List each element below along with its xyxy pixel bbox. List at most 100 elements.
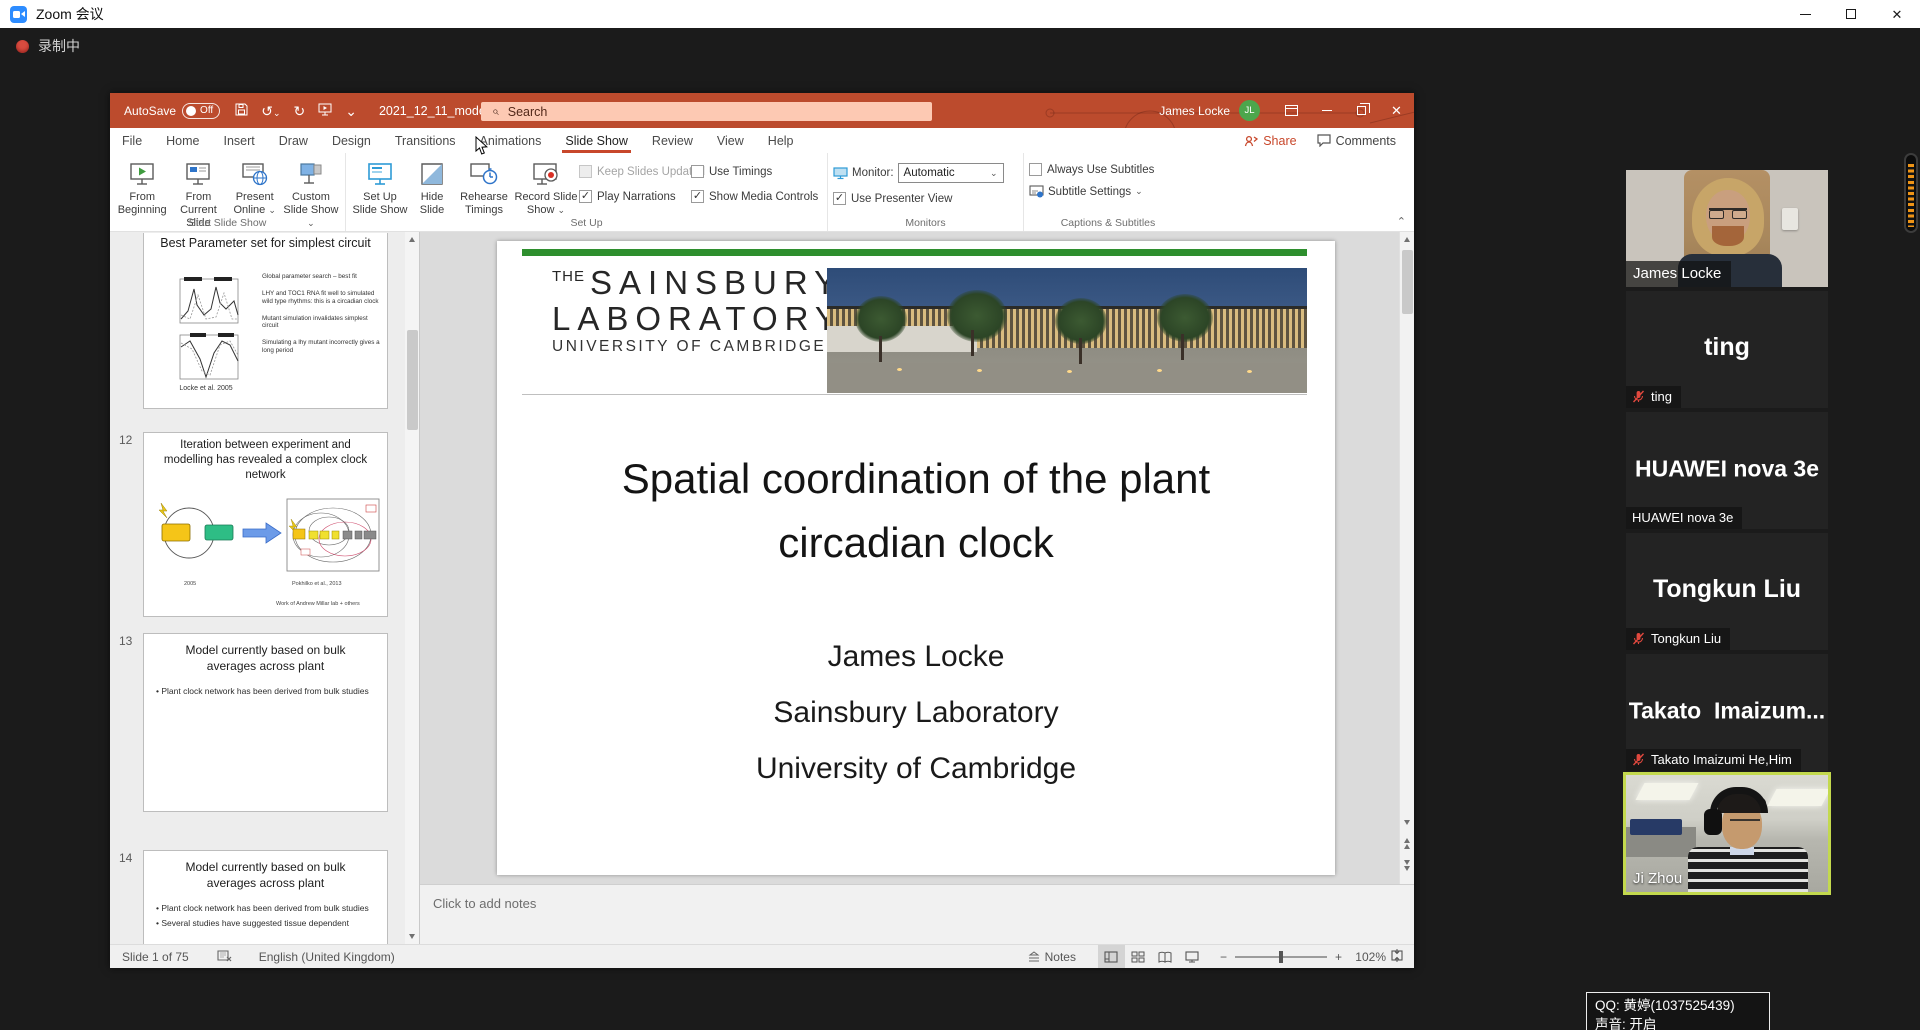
participant-tile-ji-zhou[interactable]: Ji Zhou (1626, 775, 1828, 892)
participant-tile-ting[interactable]: ting ting (1626, 291, 1828, 408)
ribbon-display-options-button[interactable] (1274, 93, 1309, 128)
collapse-ribbon-button[interactable]: ⌃ (1397, 215, 1406, 228)
slide-sorter-view-button[interactable] (1125, 945, 1152, 968)
record-slide-show-button[interactable]: Record Slide Show ⌄ (513, 156, 579, 217)
zoom-minimize-button[interactable] (1782, 0, 1828, 28)
use-timings-checkbox[interactable]: Use Timings (691, 165, 819, 178)
ppt-minimize-button[interactable] (1309, 93, 1344, 128)
tab-transitions[interactable]: Transitions (383, 128, 468, 153)
zoom-window-controls: ✕ (1782, 0, 1920, 28)
start-slideshow-button[interactable] (318, 103, 332, 118)
play-narrations-checkbox[interactable]: ✓ Play Narrations (579, 190, 691, 203)
set-up-slide-show-button[interactable]: Set Up Slide Show (351, 156, 409, 217)
language-indicator[interactable]: English (United Kingdom) (259, 950, 395, 964)
fit-slide-to-window-button[interactable] (1390, 949, 1404, 965)
show-media-controls-checkbox[interactable]: ✓ Show Media Controls (691, 190, 819, 203)
participant-tile-tongkun-liu[interactable]: Tongkun Liu Tongkun Liu (1626, 533, 1828, 650)
current-slide-canvas[interactable]: THE SAINSBURY LABORATORY UNIVERSITY OF C… (497, 241, 1335, 875)
use-presenter-view-checkbox[interactable]: ✓ Use Presenter View (833, 192, 1004, 205)
recording-dot-icon (16, 40, 29, 53)
chevron-down-icon: ⌄ (558, 205, 566, 215)
tab-home[interactable]: Home (154, 128, 211, 153)
hide-slide-button[interactable]: Hide Slide (409, 156, 455, 217)
account-name[interactable]: James Locke (1159, 104, 1230, 118)
tab-review[interactable]: Review (640, 128, 705, 153)
subtitle-settings-label: Subtitle Settings (1048, 186, 1131, 198)
thumbnail-slide-12[interactable]: Iteration between experiment and modelli… (143, 432, 388, 617)
record-slide-show-icon (532, 159, 560, 189)
zoom-slider[interactable] (1235, 956, 1327, 958)
share-button[interactable]: Share (1244, 134, 1296, 148)
play-from-current-icon (185, 159, 211, 189)
next-slide-button[interactable] (1404, 860, 1410, 865)
scrollbar-thumb[interactable] (1402, 250, 1413, 314)
ppt-close-button[interactable]: ✕ (1379, 93, 1414, 128)
tab-insert[interactable]: Insert (212, 128, 267, 153)
tab-help[interactable]: Help (756, 128, 806, 153)
comments-icon (1317, 134, 1331, 147)
thumbnail-scrollbar[interactable] (405, 232, 420, 944)
zoom-slider-thumb[interactable] (1279, 951, 1283, 963)
autosave-toggle[interactable]: AutoSave Off (124, 103, 220, 119)
redo-button[interactable]: ↻ (293, 104, 305, 118)
scrollbar-thumb[interactable] (407, 330, 418, 430)
always-use-subtitles-label: Always Use Subtitles (1047, 164, 1154, 176)
slide-counter[interactable]: Slide 1 of 75 (122, 950, 189, 964)
subtitle-settings-button[interactable]: Subtitle Settings ⌄ (1029, 185, 1154, 198)
zoom-in-button[interactable]: + (1335, 950, 1342, 964)
participant-tile-james-locke[interactable]: James Locke (1626, 170, 1828, 287)
always-use-subtitles-checkbox[interactable]: Always Use Subtitles (1029, 163, 1154, 176)
thumbnail-slide-11[interactable]: Best Parameter set for simplest circuit … (143, 233, 388, 409)
tab-view[interactable]: View (705, 128, 756, 153)
mic-muted-icon (1632, 390, 1645, 403)
zoom-percentage[interactable]: 102% (1352, 950, 1386, 964)
ribbon-group-set-up: Set Up Slide Show Hide Slide Rehearse Ti… (346, 153, 828, 231)
search-input[interactable]: ⌕ Search (481, 102, 932, 121)
previous-slide-icon (1404, 844, 1410, 849)
from-beginning-button[interactable]: From Beginning (115, 156, 169, 217)
save-button[interactable] (235, 103, 248, 118)
avatar[interactable]: JL (1239, 100, 1260, 121)
slide-title: Spatial coordination of the plant circad… (497, 447, 1335, 575)
thumb14-bullets: • Plant clock network has been derived f… (156, 903, 376, 933)
reading-view-button[interactable] (1152, 945, 1179, 968)
rehearse-timings-icon (470, 159, 498, 189)
ppt-restore-button[interactable] (1344, 93, 1379, 128)
ribbon-tab-bar: File Home Insert Draw Design Transitions… (110, 128, 1414, 153)
participant-tile-huawei-nova-3e[interactable]: HUAWEI nova 3e HUAWEI nova 3e (1626, 412, 1828, 529)
tab-draw[interactable]: Draw (267, 128, 320, 153)
undo-button[interactable]: ↺⌄ (261, 104, 280, 118)
redo-icon: ↻ (293, 103, 305, 119)
zoom-maximize-button[interactable] (1828, 0, 1874, 28)
ribbon-display-icon (1285, 105, 1298, 116)
tab-design[interactable]: Design (320, 128, 383, 153)
tab-file[interactable]: File (110, 128, 154, 153)
accessibility-checker-button[interactable] (217, 949, 233, 965)
slide-show-view-button[interactable] (1179, 945, 1206, 968)
participant-tile-takato-imaizumi[interactable]: Takato Imaizum... Takato Imaizumi He,Him (1626, 654, 1828, 771)
thumbnail-slide-14[interactable]: Model currently based on bulk averages a… (143, 850, 388, 944)
comments-button[interactable]: Comments (1317, 134, 1396, 148)
notes-toggle-button[interactable]: Notes (1027, 950, 1076, 964)
ppt-titlebar: AutoSave Off ↺⌄ ↻ ⌄ 2021_12_11_model_tal… (110, 93, 1414, 128)
notes-pane[interactable]: Click to add notes (420, 884, 1414, 944)
from-beginning-label: From Beginning (115, 191, 169, 217)
slide-sorter-icon (1131, 951, 1145, 963)
slide-scrollbar[interactable] (1399, 232, 1414, 884)
thumbnail-slide-13[interactable]: Model currently based on bulk averages a… (143, 633, 388, 812)
normal-view-button[interactable] (1098, 945, 1125, 968)
fit-to-window-icon (1390, 949, 1404, 962)
zoom-out-button[interactable]: − (1220, 950, 1227, 964)
audio-level-bars (1908, 164, 1914, 227)
tab-slide-show[interactable]: Slide Show (553, 128, 640, 153)
monitor-dropdown[interactable]: Automatic ⌄ (898, 163, 1004, 183)
rehearse-timings-button[interactable]: Rehearse Timings (455, 156, 513, 217)
notes-button-label: Notes (1045, 950, 1076, 964)
zoom-close-button[interactable]: ✕ (1874, 0, 1920, 28)
logo-laboratory: LABORATORY (552, 301, 844, 337)
previous-slide-button[interactable] (1404, 838, 1410, 843)
present-online-button[interactable]: Present Online ⌄ (228, 156, 282, 217)
slide-thumbnail-panel: Best Parameter set for simplest circuit … (110, 232, 420, 944)
customize-qat-button[interactable]: ⌄ (345, 104, 357, 118)
logo-the: THE (552, 268, 585, 285)
